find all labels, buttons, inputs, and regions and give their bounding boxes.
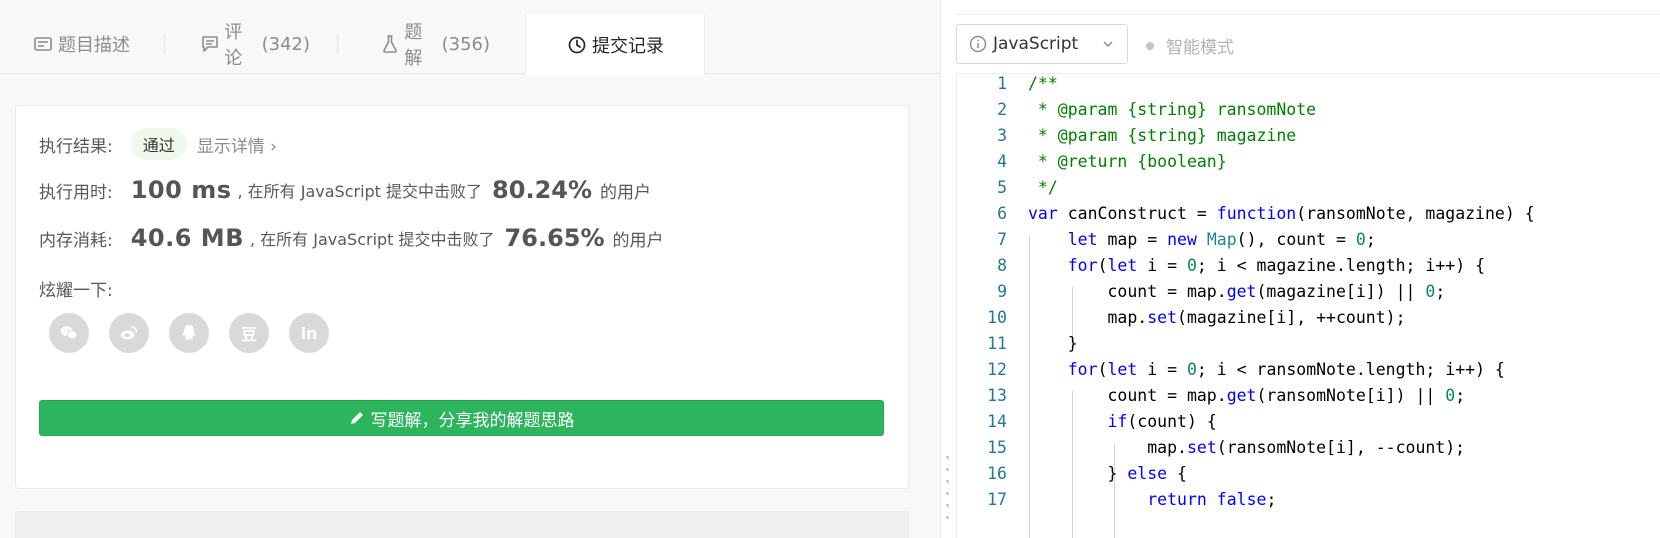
flask-icon: [380, 33, 400, 55]
runtime-percent: 80.24%: [492, 176, 593, 204]
code-line: 3 * @param {string} magazine: [997, 126, 1297, 145]
tab-description[interactable]: 题目描述: [26, 14, 136, 74]
language-select[interactable]: JavaScript: [956, 24, 1128, 64]
left-panel: 题目描述 评论 (342) 题解 (356) 提交记录 执行结果: 通过 显示详…: [0, 0, 940, 538]
runtime-value: 100 ms: [130, 176, 232, 204]
show-details-link[interactable]: 显示详情 ›: [197, 132, 277, 157]
memory-value: 40.6 MB: [130, 224, 244, 252]
tab-separator: [337, 33, 338, 55]
linkedin-glyph: in: [300, 323, 318, 343]
code-line: 2 * @param {string} ransomNote: [997, 100, 1317, 119]
description-icon: [32, 33, 54, 55]
weibo-icon[interactable]: [109, 313, 149, 353]
submission-list-card: [15, 511, 909, 538]
douban-glyph: 豆: [240, 325, 257, 344]
chevron-down-icon: [1103, 41, 1113, 48]
code-line: 17 return false;: [987, 490, 1277, 509]
linkedin-icon[interactable]: in: [289, 313, 329, 353]
code-line: 6 var canConstruct = function(ransomNote,…: [997, 204, 1535, 223]
tab-comments-label: 评论: [224, 22, 243, 69]
write-solution-button[interactable]: 写题解，分享我的解题思路: [39, 400, 884, 436]
tab-submissions[interactable]: 提交记录: [525, 14, 705, 75]
code-line: 14 if(count) {: [987, 412, 1217, 431]
submission-result-card: 执行结果: 通过 显示详情 › 执行用时: 100 ms , 在所有 JavaS…: [15, 105, 909, 489]
status-badge: 通过: [130, 128, 187, 160]
memory-percent: 76.65%: [504, 224, 605, 252]
clock-icon: [566, 34, 588, 56]
share-label: 炫耀一下:: [39, 281, 113, 301]
runtime-text: , 在所有 JavaScript 提交中击败了: [237, 182, 483, 201]
share-row: 炫耀一下:: [39, 276, 113, 301]
code-line: 5 */: [997, 178, 1058, 197]
memory-text: , 在所有 JavaScript 提交中击败了: [249, 230, 495, 249]
result-label: 执行结果:: [39, 136, 113, 157]
code-line: 1/**: [997, 74, 1058, 93]
wechat-icon[interactable]: [49, 313, 89, 353]
editor-top-border: [956, 14, 1660, 15]
tab-solutions-label: 题解: [404, 22, 423, 69]
code-line: 10 map.set(magazine[i], ++count);: [987, 308, 1406, 327]
memory-label: 内存消耗:: [39, 230, 113, 251]
tab-submissions-label: 提交记录: [592, 35, 664, 57]
tab-comments-count: (342): [261, 33, 310, 55]
smart-mode-label: 智能模式: [1166, 38, 1234, 58]
tab-comments[interactable]: 评论 (342): [200, 14, 310, 74]
write-solution-label: 写题解，分享我的解题思路: [370, 410, 575, 431]
tab-solutions[interactable]: 题解 (356): [380, 14, 490, 74]
pencil-icon: [350, 412, 363, 424]
smart-mode-toggle[interactable]: 智能模式: [1146, 33, 1234, 58]
code-line: 11 }: [987, 334, 1078, 353]
share-icons: 豆 in: [49, 313, 349, 353]
code-line: 7 let map = new Map(), count = 0;: [997, 230, 1376, 249]
code-line: 12 for(let i = 0; i < ransomNote.length;…: [987, 360, 1505, 379]
code-line: 8 for(let i = 0; i < magazine.length; i+…: [997, 256, 1486, 275]
editor-panel: JavaScript 智能模式 1/** 2 * @param {string}…: [956, 0, 1660, 538]
douban-icon[interactable]: 豆: [229, 313, 269, 353]
code-line: 4 * @return {boolean}: [997, 152, 1227, 171]
code-line: 13 count = map.get(ransomNote[i]) || 0;: [987, 386, 1466, 405]
code-line: 16 } else {: [987, 464, 1187, 483]
smart-mode-dot-icon: [1146, 41, 1154, 50]
memory-suffix: 的用户: [612, 230, 664, 251]
comment-icon: [200, 33, 220, 55]
runtime-row: 执行用时: 100 ms , 在所有 JavaScript 提交中击败了 80.…: [39, 176, 651, 204]
result-row: 执行结果: 通过 显示详情 ›: [39, 128, 277, 160]
resize-handle[interactable]: [946, 456, 950, 528]
code-line: 15 map.set(ransomNote[i], --count);: [987, 438, 1466, 457]
code-line: 9 count = map.get(magazine[i]) || 0;: [997, 282, 1446, 301]
code-editor[interactable]: 1/** 2 * @param {string} ransomNote 3 * …: [956, 73, 1660, 538]
runtime-suffix: 的用户: [600, 182, 652, 203]
tab-solutions-count: (356): [441, 33, 490, 55]
tab-bar: 题目描述 评论 (342) 题解 (356) 提交记录: [0, 0, 940, 75]
runtime-label: 执行用时:: [39, 182, 113, 203]
qq-icon[interactable]: [169, 313, 209, 353]
info-icon: [969, 35, 987, 53]
language-label: JavaScript: [993, 34, 1079, 54]
tab-separator: [164, 33, 165, 55]
tab-description-label: 题目描述: [58, 35, 130, 56]
memory-row: 内存消耗: 40.6 MB , 在所有 JavaScript 提交中击败了 76…: [39, 224, 664, 252]
